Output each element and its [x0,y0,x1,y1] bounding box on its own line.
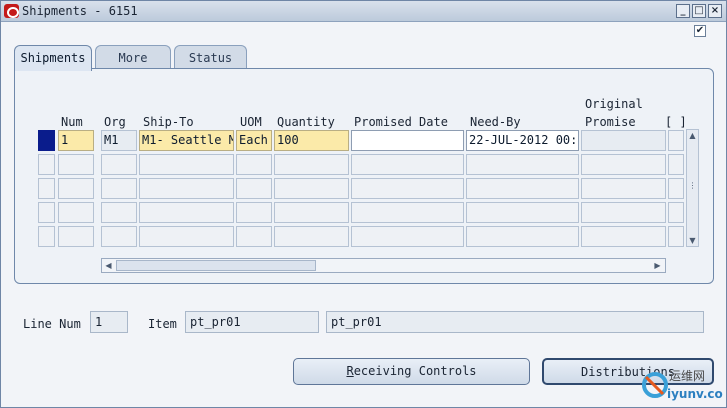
empty-cell[interactable] [668,154,684,175]
scroll-down-icon[interactable]: ▼ [687,235,698,246]
row-selector-4[interactable] [38,202,55,223]
empty-cell[interactable] [139,178,234,199]
empty-cell[interactable] [581,202,666,223]
empty-cell[interactable] [581,154,666,175]
column-header-uom: UOM [240,115,262,129]
watermark-logo: 运维网 iyunv.com [641,363,727,403]
empty-cell[interactable] [274,178,349,199]
minimize-icon[interactable]: _ [676,4,690,18]
cell-quantity[interactable]: 100 [274,130,349,151]
empty-cell[interactable] [274,226,349,247]
column-header-ship-to: Ship-To [143,115,194,129]
empty-cell[interactable] [236,178,272,199]
window-title: Shipments - 6151 [22,4,138,18]
empty-cell[interactable] [351,226,464,247]
folder-checkbox[interactable]: ✔ [694,25,706,37]
vertical-scrollbar[interactable]: ▲ ⋮ ▼ [686,129,699,247]
scroll-right-icon[interactable]: ▶ [652,260,663,271]
column-header-num: Num [61,115,83,129]
line-num-field[interactable]: 1 [90,311,128,333]
cell-need-by[interactable]: 22-JUL-2012 00:0 [466,130,579,151]
empty-cell[interactable] [466,226,579,247]
column-header-promised-date: Promised Date [354,115,448,129]
column-header-quantity: Quantity [277,115,335,129]
empty-cell[interactable] [466,202,579,223]
watermark-text-bottom: iyunv.com [667,387,723,401]
empty-cell[interactable] [101,154,137,175]
empty-cell[interactable] [466,154,579,175]
watermark-text-top: 运维网 [669,369,705,383]
column-header-original: Original [585,97,643,111]
empty-cell[interactable] [58,178,94,199]
row-selector-5[interactable] [38,226,55,247]
tab-status[interactable]: Status [174,45,247,69]
empty-cell[interactable] [274,202,349,223]
empty-cell[interactable] [351,154,464,175]
empty-cell[interactable] [668,226,684,247]
cell-num[interactable]: 1 [58,130,94,151]
title-bar: Shipments - 6151 _ □ × [1,1,726,22]
empty-cell[interactable] [101,226,137,247]
cell-org[interactable]: M1 [101,130,137,151]
row-selector-2[interactable] [38,154,55,175]
empty-cell[interactable] [101,178,137,199]
empty-cell[interactable] [274,154,349,175]
receiving-controls-label: eceiving Controls [353,364,477,378]
cell-original-promise[interactable] [581,130,666,151]
scroll-up-icon[interactable]: ▲ [687,130,698,141]
row-selector-3[interactable] [38,178,55,199]
item-field[interactable]: pt_pr01 [185,311,319,333]
column-header-promise: Promise [585,115,636,129]
tab-shipments[interactable]: Shipments [14,45,92,71]
scroll-left-icon[interactable]: ◀ [103,260,114,271]
empty-cell[interactable] [139,154,234,175]
empty-cell[interactable] [581,226,666,247]
empty-cell[interactable] [58,226,94,247]
item-description-field[interactable]: pt_pr01 [326,311,704,333]
empty-cell[interactable] [668,178,684,199]
empty-cell[interactable] [236,154,272,175]
empty-cell[interactable] [351,202,464,223]
cell-promised-date[interactable] [351,130,464,151]
scroll-grip-icon[interactable]: ⋮ [687,180,698,191]
empty-cell[interactable] [351,178,464,199]
empty-cell[interactable] [58,202,94,223]
oracle-icon [4,4,19,18]
cell-ship-to[interactable]: M1- Seattle M [139,130,234,151]
line-num-label: Line Num [23,317,81,331]
tab-more[interactable]: More [95,45,171,69]
receiving-controls-button[interactable]: Receiving Controls [293,358,530,385]
cell-flex[interactable] [668,130,684,151]
horizontal-scrollbar[interactable]: ◀ ▶ [101,258,666,273]
cell-uom[interactable]: Each [236,130,272,151]
item-label: Item [148,317,177,331]
empty-cell[interactable] [581,178,666,199]
empty-cell[interactable] [236,202,272,223]
column-header-org: Org [104,115,126,129]
column-picker-bracket[interactable]: [ ] [665,115,687,129]
empty-cell[interactable] [139,202,234,223]
empty-cell[interactable] [58,154,94,175]
empty-cell[interactable] [668,202,684,223]
shipments-window: Shipments - 6151 _ □ × ✔ Shipments More … [0,0,727,408]
empty-cell[interactable] [466,178,579,199]
maximize-icon[interactable]: □ [692,4,706,18]
receiving-controls-mnemonic: R [346,364,354,378]
close-icon[interactable]: × [708,4,722,18]
empty-cell[interactable] [139,226,234,247]
scroll-thumb[interactable] [116,260,316,271]
empty-cell[interactable] [236,226,272,247]
column-header-need-by: Need-By [470,115,521,129]
row-selector-1[interactable] [38,130,55,151]
empty-cell[interactable] [101,202,137,223]
